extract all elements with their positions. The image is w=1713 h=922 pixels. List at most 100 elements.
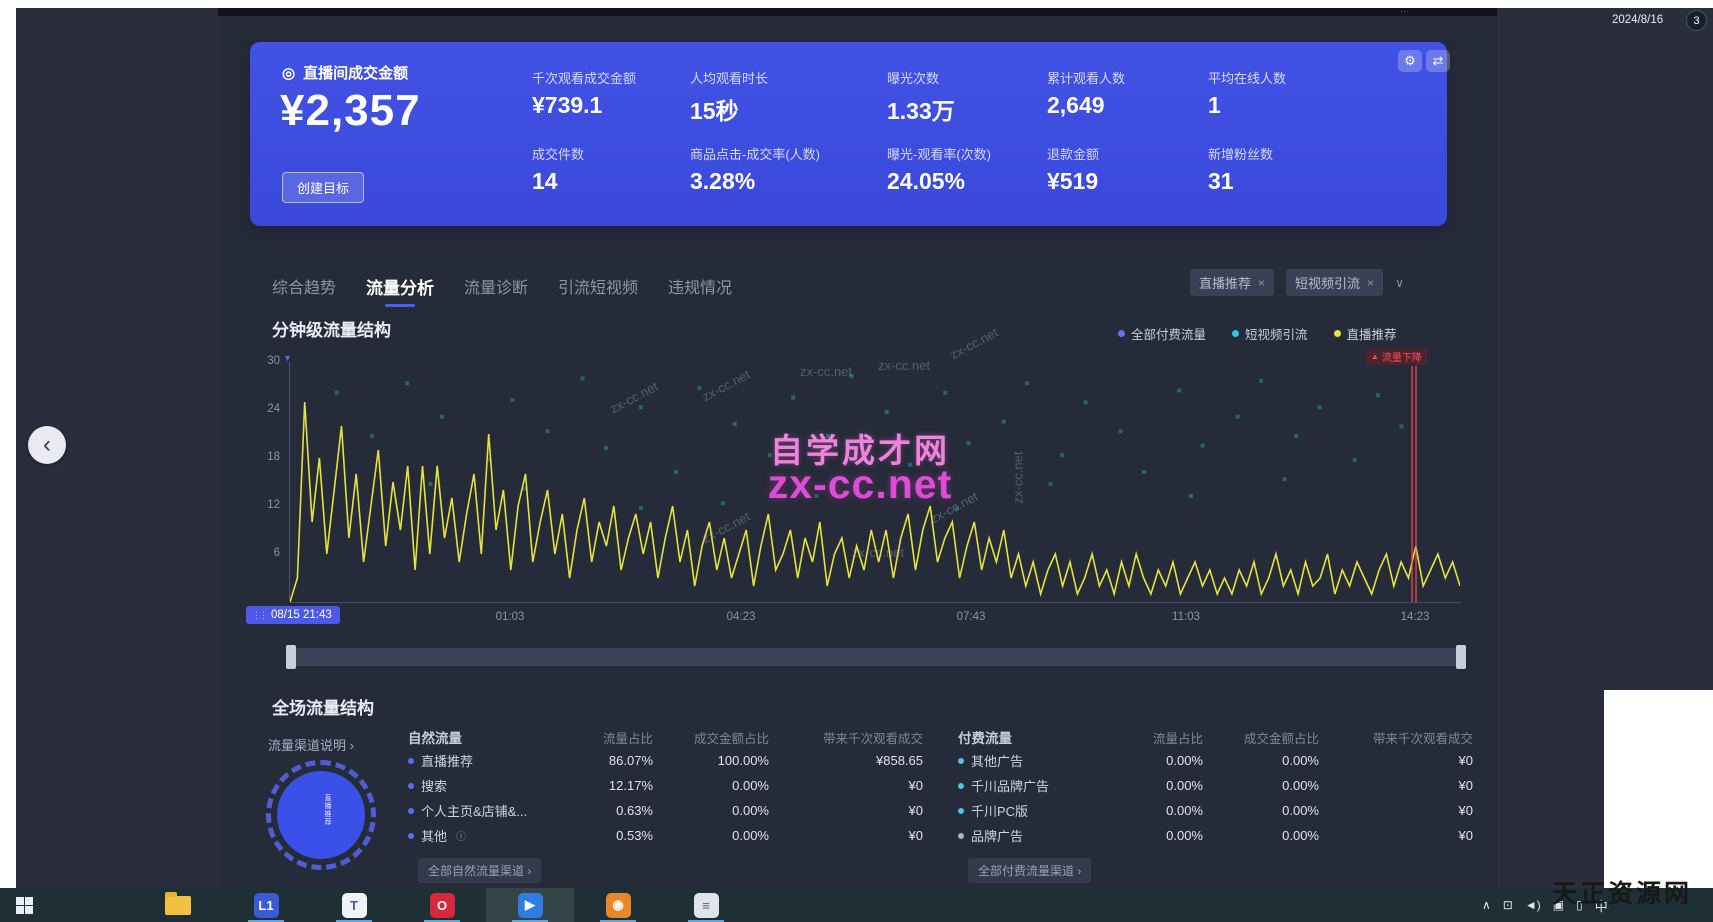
filter-tag[interactable]: 直播推荐× xyxy=(1190,269,1274,296)
row-dot xyxy=(958,833,964,839)
traffic-donut-chart[interactable]: 直播推荐 xyxy=(266,760,376,870)
legend-label: 短视频引流 xyxy=(1245,324,1308,343)
row-name: 千川品牌广告 xyxy=(958,776,1108,795)
metric-label: 新增粉丝数 xyxy=(1208,144,1398,163)
row-value: 12.17% xyxy=(558,778,653,793)
slider-handle-right[interactable] xyxy=(1456,645,1466,669)
row-name: 品牌广告 xyxy=(958,826,1108,845)
table-header-row: 自然流量流量占比成交金额占比带来千次观看成交 xyxy=(408,726,923,748)
taskbar-app-camera[interactable]: ◉ xyxy=(574,888,662,922)
tab-5[interactable]: 违规情况 xyxy=(668,274,732,309)
tab-3[interactable]: 流量诊断 xyxy=(464,274,528,309)
time-cursor-badge[interactable]: ⋮⋮ 08/15 21:43 xyxy=(246,606,340,624)
chevron-up-icon[interactable]: ∧ xyxy=(1482,898,1491,912)
traffic-drop-annotation: ▲ 流量下降 xyxy=(1366,348,1427,365)
row-name: 其他 ⓘ xyxy=(408,826,558,845)
image-icon[interactable]: ▣ xyxy=(1553,898,1564,912)
x-tick-label: 11:03 xyxy=(1151,611,1221,623)
row-name: 个人主页&店铺&... xyxy=(408,801,558,820)
start-button[interactable] xyxy=(0,888,48,922)
taskbar: L1 T O ▶◉≡ ∧ ⊡ ◄) ▣ ▯ 中 xyxy=(0,888,1713,922)
display-icon[interactable]: ⊡ xyxy=(1503,898,1513,912)
all-natural-channels-link[interactable]: 全部自然流量渠道 › xyxy=(418,858,541,883)
minute-section-title: 分钟级流量结构 xyxy=(272,316,391,341)
x-axis xyxy=(290,602,1462,603)
legend-item[interactable]: 短视频引流 xyxy=(1232,324,1308,343)
close-icon[interactable]: × xyxy=(1367,276,1374,290)
tab-1[interactable]: 综合趋势 xyxy=(272,274,336,309)
row-dot xyxy=(958,758,964,764)
row-name: 搜索 xyxy=(408,776,558,795)
column-header: 流量占比 xyxy=(558,728,653,747)
system-tray: ∧ ⊡ ◄) ▣ ▯ 中 xyxy=(1482,888,1608,922)
table-row: 搜索12.17%0.00%¥0 xyxy=(408,773,923,798)
y-tick-label: 30 xyxy=(240,355,280,367)
taskbar-app-oracle[interactable]: O xyxy=(398,888,486,922)
x-tick-label: 14:23 xyxy=(1380,611,1450,623)
filter-tags: 直播推荐× 短视频引流× ∨ xyxy=(1190,269,1404,296)
metric-value: 1 xyxy=(1208,92,1398,119)
info-icon[interactable]: ⓘ xyxy=(456,828,466,843)
legend-dot xyxy=(1232,330,1239,337)
table-title: 付费流量 xyxy=(958,727,1108,747)
app-l1-icon: L1 xyxy=(254,893,279,918)
row-name: 直播推荐 xyxy=(408,751,558,770)
taskbar-app-explorer[interactable] xyxy=(134,888,222,922)
all-paid-channels-link[interactable]: 全部付费流量渠道 › xyxy=(968,858,1091,883)
overall-section-title: 全场流量结构 xyxy=(272,694,374,719)
metric-value: 31 xyxy=(1208,168,1398,195)
row-label: 其他 xyxy=(421,826,447,845)
donut-label: 直播推荐 xyxy=(322,794,332,826)
channel-explain-link[interactable]: 流量渠道说明 › xyxy=(268,735,354,754)
donut-core xyxy=(277,771,365,859)
close-icon[interactable]: × xyxy=(1258,276,1265,290)
row-label: 直播推荐 xyxy=(421,751,473,770)
slider-handle-left[interactable] xyxy=(286,645,296,669)
oracle-icon: O xyxy=(430,893,455,918)
legend-label: 全部付费流量 xyxy=(1131,324,1206,343)
y-tick-label: 12 xyxy=(240,499,280,511)
column-header: 带来千次观看成交 xyxy=(769,728,923,747)
table-row: 其他广告0.00%0.00%¥0 xyxy=(958,748,1473,773)
legend-dot xyxy=(1118,330,1125,337)
row-value: 0.00% xyxy=(653,803,769,818)
row-value: 0.00% xyxy=(1203,828,1319,843)
taskbar-app-teams[interactable]: T xyxy=(310,888,398,922)
y-tick-label: 6 xyxy=(240,547,280,559)
teams-icon: T xyxy=(342,893,367,918)
input-method-indicator[interactable]: 中 xyxy=(1595,896,1608,915)
metric-value: 3.28% xyxy=(690,168,880,195)
back-button[interactable]: ‹ xyxy=(28,426,66,464)
tab-2[interactable]: 流量分析 xyxy=(366,274,434,309)
table-title: 自然流量 xyxy=(408,727,558,747)
row-value: 0.00% xyxy=(1108,778,1203,793)
legend-item[interactable]: 直播推荐 xyxy=(1334,324,1397,343)
settings-gear-icon[interactable]: ⚙ xyxy=(1398,50,1422,72)
row-value: ¥0 xyxy=(1319,778,1473,793)
notification-badge[interactable]: 3 xyxy=(1686,10,1707,31)
metric: 平均在线人数1 xyxy=(1208,68,1398,119)
taskbar-app-notepad[interactable]: ≡ xyxy=(662,888,750,922)
column-header: 流量占比 xyxy=(1108,728,1203,747)
taskbar-app-browser[interactable]: ▶ xyxy=(486,888,574,922)
window-controls[interactable]: ⋯ xyxy=(1400,6,1413,17)
column-header: 带来千次观看成交 xyxy=(1319,728,1473,747)
filter-tag[interactable]: 短视频引流× xyxy=(1286,269,1383,296)
row-value: ¥0 xyxy=(1319,803,1473,818)
traffic-line-chart[interactable] xyxy=(290,362,1460,602)
tab-4[interactable]: 引流短视频 xyxy=(558,274,638,309)
y-tick-label: 18 xyxy=(240,451,280,463)
column-header: 成交金额占比 xyxy=(653,728,769,747)
metric: 商品点击-成交率(人数)3.28% xyxy=(690,144,880,195)
taskbar-app-app-l1[interactable]: L1 xyxy=(222,888,310,922)
chart-range-slider[interactable] xyxy=(290,648,1462,666)
row-dot xyxy=(408,758,414,764)
chevron-down-icon[interactable]: ∨ xyxy=(1395,276,1404,290)
row-dot xyxy=(958,808,964,814)
legend-item[interactable]: 全部付费流量 xyxy=(1118,324,1206,343)
warning-triangle-icon: ▲ xyxy=(1371,352,1379,361)
mic-icon[interactable]: ▯ xyxy=(1576,898,1583,912)
row-value: ¥858.65 xyxy=(769,753,923,768)
swap-icon[interactable]: ⇄ xyxy=(1426,50,1450,72)
speaker-icon[interactable]: ◄) xyxy=(1525,898,1541,912)
